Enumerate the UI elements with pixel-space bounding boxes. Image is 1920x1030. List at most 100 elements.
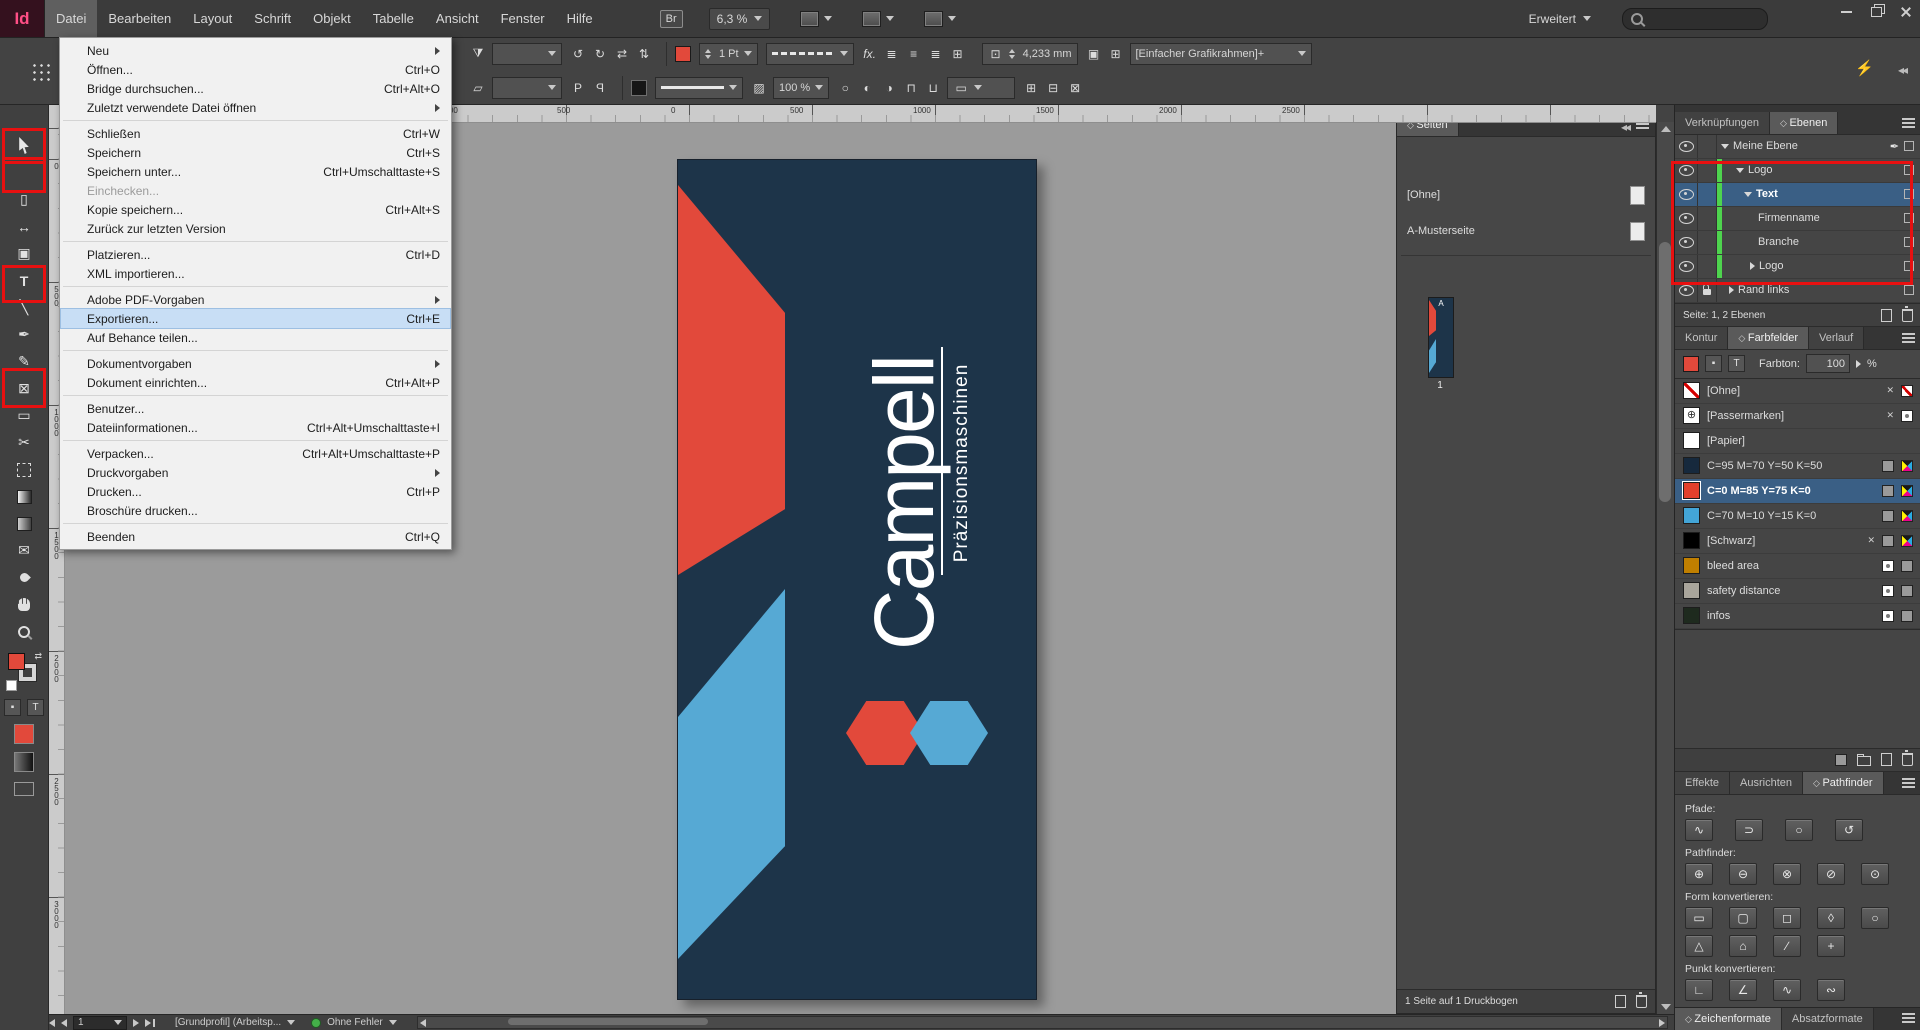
file-menu-item-kopie-speichern[interactable]: Kopie speichern...Ctrl+Alt+S (61, 200, 450, 219)
swatch-row-safety-distance[interactable]: safety distance (1675, 579, 1920, 604)
convert-to-triangle-button[interactable]: △ (1685, 935, 1713, 957)
rotate-cw-icon[interactable]: ↻ (592, 46, 608, 62)
convert-to-polygon-button[interactable]: ⌂ (1729, 935, 1757, 957)
new-color-group-icon[interactable] (1857, 756, 1871, 766)
effects-button[interactable]: fx. (862, 46, 878, 62)
restore-button[interactable] (1862, 0, 1890, 24)
fitting-fill-icon[interactable]: ▣ (1086, 46, 1102, 62)
horizontal-scrollbar[interactable] (417, 1016, 1668, 1029)
close-button[interactable] (1892, 0, 1920, 24)
swatch-row-passermarken[interactable]: ⊕ [Passermarken] ✕ (1675, 404, 1920, 429)
last-page-button[interactable] (145, 1019, 155, 1027)
tab-absatzformate[interactable]: Absatzformate (1782, 1008, 1874, 1030)
file-menu-item-verpacken[interactable]: Verpacken...Ctrl+Alt+Umschalttaste+P (61, 444, 450, 463)
previous-page-button[interactable] (61, 1019, 67, 1027)
file-menu-item-platzieren[interactable]: Platzieren...Ctrl+D (61, 245, 450, 264)
company-name-text[interactable]: Campell (858, 303, 950, 703)
tab-kontur[interactable]: Kontur (1675, 327, 1728, 349)
formatting-affects-container-button[interactable]: ▪ (4, 699, 21, 716)
align-center-icon[interactable]: ≡ (906, 46, 922, 62)
swatch-row-ohne[interactable]: [Ohne] ✕ (1675, 379, 1920, 404)
vertical-scroll-thumb[interactable] (1659, 242, 1671, 502)
expand-arrow-icon[interactable] (1729, 286, 1734, 294)
convert-smooth-point-button[interactable]: ∿ (1773, 979, 1801, 1001)
scroll-right-icon[interactable] (1659, 1019, 1665, 1027)
shear-angle-select[interactable] (492, 43, 562, 65)
tab-ebenen[interactable]: Ebenen (1770, 112, 1838, 134)
page-thumbnail[interactable]: A (1428, 297, 1454, 378)
swatch-row-red[interactable]: C=0 M=85 Y=75 K=0 (1675, 479, 1920, 504)
stroke-weight-stepper[interactable] (705, 49, 711, 59)
tagline-text[interactable]: Präzisionsmaschinen (950, 343, 974, 583)
file-menu-item-zurueck-zur-letzten-version[interactable]: Zurück zur letzten Version (61, 219, 450, 238)
pen-tool[interactable]: ✒ (0, 321, 48, 348)
stroke-type-select[interactable] (766, 43, 854, 65)
scroll-left-icon[interactable] (420, 1019, 426, 1027)
fill-proxy-icon[interactable] (8, 653, 25, 670)
master-page-row[interactable]: [Ohne] (1397, 183, 1655, 207)
horizontal-scroll-thumb[interactable] (508, 1018, 708, 1025)
menu-ansicht[interactable]: Ansicht (425, 0, 490, 37)
scale-select[interactable] (492, 77, 562, 99)
flip-horizontal-icon[interactable]: ⇄ (614, 46, 630, 62)
new-layer-icon[interactable] (1881, 309, 1892, 322)
new-swatch-icon[interactable] (1881, 753, 1892, 766)
convert-to-line-button[interactable]: ∕ (1773, 935, 1801, 957)
quick-apply-icon[interactable]: ⚡ (1855, 59, 1874, 77)
convert-corner-point-button[interactable]: ∠ (1729, 979, 1757, 1001)
stroke-style-select[interactable] (655, 77, 743, 99)
zoom-tool[interactable] (0, 618, 48, 645)
lock-toggle[interactable] (1698, 135, 1717, 158)
file-menu-item-dokumentvorgaben[interactable]: Dokumentvorgaben (61, 354, 450, 373)
convert-to-rectangle-button[interactable]: ▭ (1685, 907, 1713, 929)
menu-datei[interactable]: Datei (45, 0, 97, 37)
file-menu-item-schliessen[interactable]: SchließenCtrl+W (61, 124, 450, 143)
formatting-affects-text-button[interactable]: T (1728, 355, 1745, 372)
master-page-icon[interactable] (1630, 186, 1645, 205)
menu-tabelle[interactable]: Tabelle (362, 0, 425, 37)
note-tool[interactable]: ✉ (0, 537, 48, 564)
blend-normal-icon[interactable]: ○ (837, 80, 853, 96)
wrap-around-icon[interactable]: ⊔ (925, 80, 941, 96)
delete-layer-icon[interactable] (1902, 309, 1913, 322)
bridge-button[interactable]: Br (660, 10, 683, 28)
file-menu-item-beenden[interactable]: BeendenCtrl+Q (61, 527, 450, 546)
expand-arrow-icon[interactable] (1721, 144, 1729, 149)
workspace-switcher[interactable]: Erweitert (1522, 9, 1598, 29)
file-menu-item-auf-behance-teilen[interactable]: Auf Behance teilen... (61, 328, 450, 347)
convert-shape-icon[interactable]: ⊞ (1023, 80, 1039, 96)
master-page-row[interactable]: A-Musterseite (1397, 219, 1655, 243)
new-page-icon[interactable] (1615, 995, 1626, 1008)
pathfinder-add-button[interactable]: ⊕ (1685, 863, 1713, 885)
convert-to-orthogonal-line-button[interactable]: + (1817, 935, 1845, 957)
swatch-row-schwarz[interactable]: [Schwarz] ✕ (1675, 529, 1920, 554)
menu-bearbeiten[interactable]: Bearbeiten (97, 0, 182, 37)
document-page[interactable]: Campell Präzisionsmaschinen (677, 159, 1037, 1000)
wrap-options-select[interactable]: ▭ (947, 77, 1015, 99)
apply-gradient-button[interactable] (14, 752, 34, 772)
tab-farbfelder[interactable]: Farbfelder (1728, 327, 1809, 349)
red-diagonal-shape[interactable] (678, 185, 785, 575)
menu-hilfe[interactable]: Hilfe (556, 0, 604, 37)
fill-stroke-proxy[interactable]: ⇄ (6, 651, 42, 691)
tab-effekte[interactable]: Effekte (1675, 772, 1730, 794)
menu-objekt[interactable]: Objekt (302, 0, 362, 37)
free-transform-tool[interactable] (0, 456, 48, 483)
eyedropper-tool[interactable] (0, 564, 48, 591)
file-menu-item-zuletzt-verwendete[interactable]: Zuletzt verwendete Datei öffnen (61, 98, 450, 117)
file-menu-item-xml-importieren[interactable]: XML importieren... (61, 264, 450, 283)
file-menu-item-adobe-pdf-vorgaben[interactable]: Adobe PDF-Vorgaben (61, 290, 450, 309)
scroll-down-icon[interactable] (1661, 1004, 1671, 1010)
visibility-toggle[interactable] (1675, 135, 1698, 158)
drop-shadow-icon[interactable]: ◑ (881, 80, 897, 96)
file-menu-item-benutzer[interactable]: Benutzer... (61, 399, 450, 418)
formatting-affects-container-button[interactable]: ▪ (1705, 355, 1722, 372)
file-menu-item-dateiinformationen[interactable]: Dateiinformationen...Ctrl+Alt+Umschaltta… (61, 418, 450, 437)
file-menu-item-oeffnen[interactable]: Öffnen...Ctrl+O (61, 60, 450, 79)
close-path-button[interactable]: ○ (1785, 819, 1813, 841)
next-page-button[interactable] (133, 1019, 139, 1027)
join-path-button[interactable]: ∿ (1685, 819, 1713, 841)
file-menu-item-neu[interactable]: Neu (61, 41, 450, 60)
apply-color-button[interactable] (14, 724, 34, 744)
tab-pathfinder[interactable]: Pathfinder (1803, 772, 1884, 794)
